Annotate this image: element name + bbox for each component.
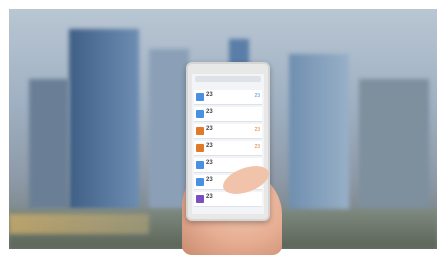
temperature-secondary: 23 (254, 93, 260, 99)
temperature: 23 (206, 194, 213, 200)
list-item[interactable]: 23 23 (194, 141, 262, 156)
temperature: 23 (206, 109, 213, 115)
smartphone: 23 23 23 23 23 23 23 23 23 23 (186, 62, 270, 221)
temperature-secondary: 23 (254, 144, 260, 150)
building-right (289, 54, 349, 214)
weather-icon (196, 93, 204, 101)
weather-icon (196, 127, 204, 135)
temperature-secondary: 23 (254, 127, 260, 133)
weather-icon (196, 161, 204, 169)
road-lights (9, 214, 149, 234)
temperature: 23 (206, 160, 213, 166)
browser-url-bar[interactable] (195, 76, 261, 82)
building-left (69, 29, 139, 209)
temperature: 23 (206, 126, 213, 132)
temperature: 23 (206, 143, 213, 149)
building-center (149, 49, 189, 209)
list-item[interactable]: 23 (194, 107, 262, 122)
building-right-far (359, 79, 429, 209)
list-item[interactable]: 23 23 (194, 90, 262, 105)
temperature: 23 (206, 177, 213, 183)
building-left-far (29, 79, 69, 209)
weather-icon (196, 178, 204, 186)
temperature: 23 (206, 92, 213, 98)
weather-icon (196, 144, 204, 152)
weather-icon (196, 195, 204, 203)
list-item[interactable]: 23 23 (194, 124, 262, 139)
weather-icon (196, 110, 204, 118)
list-item[interactable]: 23 (194, 192, 262, 207)
